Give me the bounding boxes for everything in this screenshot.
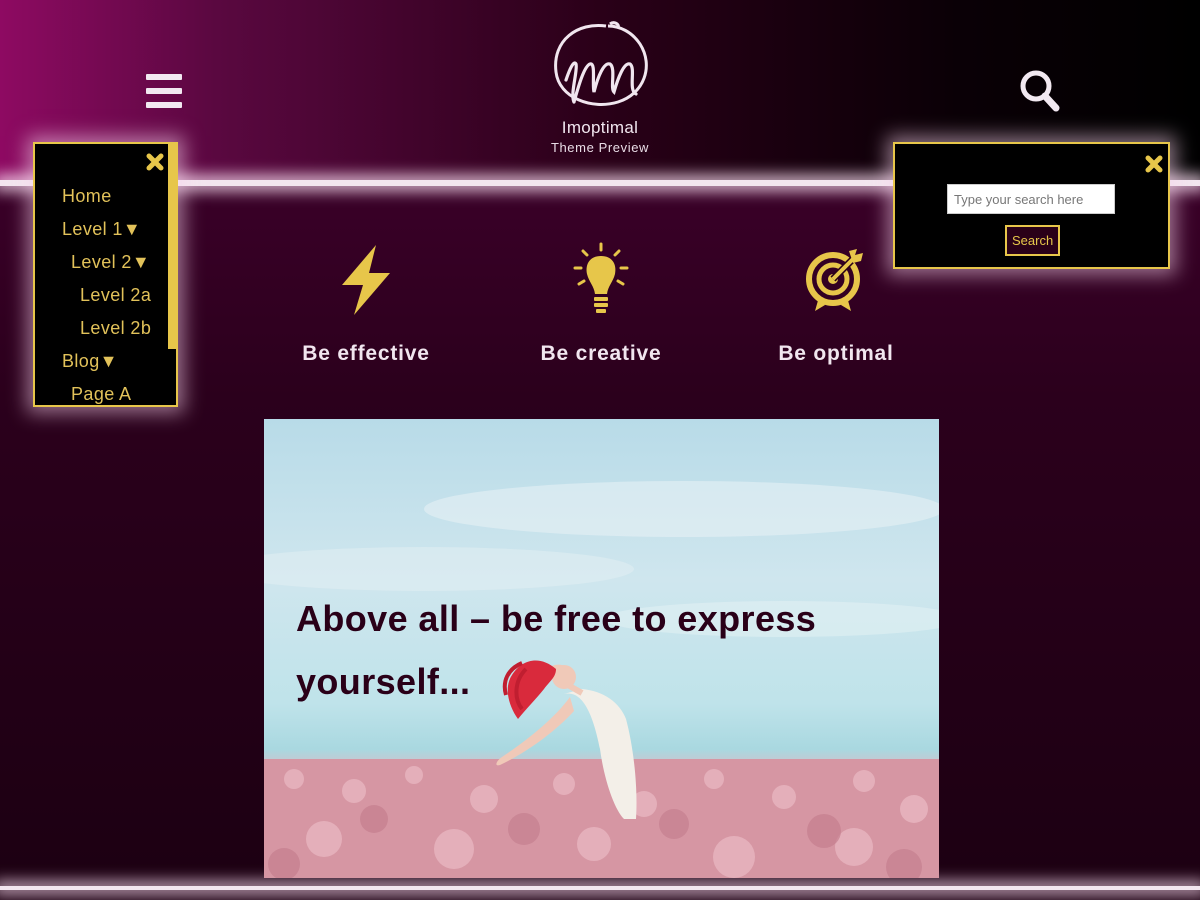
hamburger-menu-icon[interactable] xyxy=(146,74,182,108)
target-icon xyxy=(806,249,863,311)
nav-item-page-a[interactable]: Page A xyxy=(71,384,131,405)
feature-label: Be effective xyxy=(302,342,430,365)
nav-item-level-2a[interactable]: Level 2a xyxy=(80,285,151,306)
site-title: Imoptimal xyxy=(561,118,639,137)
feature-label: Be creative xyxy=(540,342,662,365)
feature-effective: Be effective xyxy=(246,240,486,366)
lightbulb-icon xyxy=(573,242,629,313)
nav-item-level-2b[interactable]: Level 2b xyxy=(80,318,151,339)
nav-item-home[interactable]: Home xyxy=(62,186,112,207)
close-icon[interactable] xyxy=(145,152,165,172)
nav-item-blog[interactable]: Blog▼ xyxy=(62,351,118,372)
lightning-bolt-icon xyxy=(342,245,390,315)
nav-item-level-1[interactable]: Level 1▼ xyxy=(62,219,141,240)
hero-heading: Above all – be free to express yourself.… xyxy=(296,598,817,702)
search-input[interactable] xyxy=(947,184,1115,214)
feature-label: Be optimal xyxy=(778,342,894,365)
footer-divider xyxy=(0,886,1200,890)
hero-banner: Above all – be free to express yourself.… xyxy=(264,419,939,878)
logo-icon[interactable] xyxy=(544,18,656,114)
search-button[interactable]: Search xyxy=(1005,225,1061,256)
site-branding[interactable]: Imoptimal Theme Preview xyxy=(520,18,680,155)
site-tagline: Theme Preview xyxy=(550,140,650,155)
nav-menu-panel[interactable]: Home Level 1▼ Level 2▼ Level 2a Level 2b… xyxy=(33,142,178,407)
feature-optimal: Be optimal xyxy=(716,240,956,366)
search-icon[interactable] xyxy=(1018,68,1062,114)
feature-creative: Be creative xyxy=(481,240,721,366)
close-icon[interactable] xyxy=(1144,154,1164,174)
nav-item-level-2[interactable]: Level 2▼ xyxy=(71,252,150,273)
nav-scrollbar[interactable] xyxy=(168,144,176,349)
